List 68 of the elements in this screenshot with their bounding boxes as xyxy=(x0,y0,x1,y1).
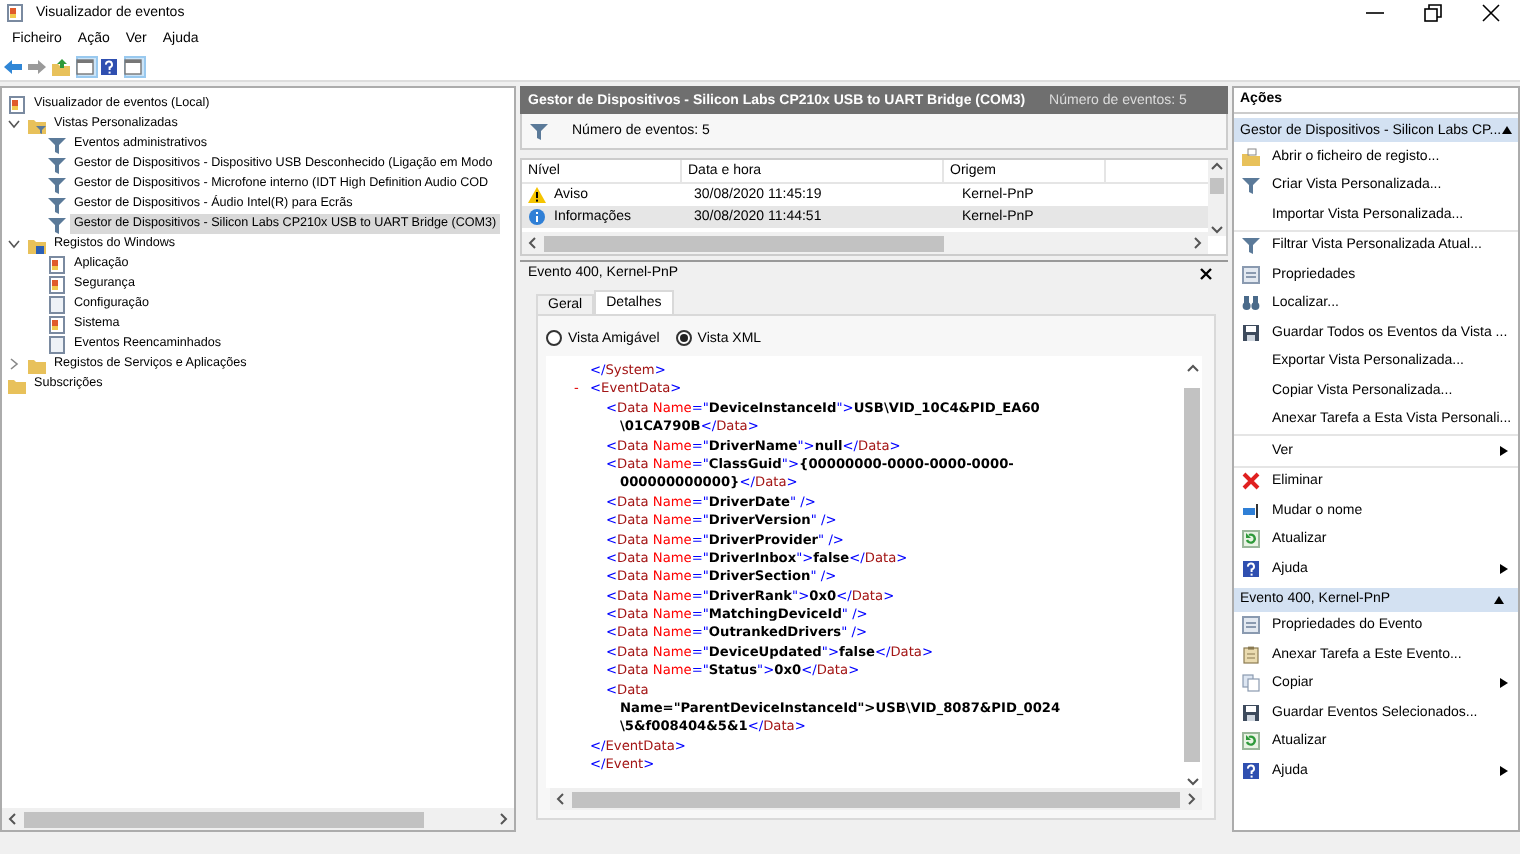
scrollbar[interactable] xyxy=(2,808,514,830)
panel-icon xyxy=(124,57,142,75)
scroll-left-icon[interactable] xyxy=(526,236,540,250)
collapse-icon[interactable] xyxy=(1501,126,1512,134)
binoculars-icon xyxy=(1242,294,1260,313)
scroll-up-icon[interactable] xyxy=(1210,160,1224,174)
scrollbar[interactable] xyxy=(1208,160,1226,236)
scroll-right-icon[interactable] xyxy=(1184,792,1198,806)
info-icon xyxy=(528,208,546,226)
close-icon[interactable] xyxy=(1200,267,1212,279)
scrollbar[interactable] xyxy=(550,788,1202,810)
panel-icon xyxy=(76,57,94,75)
toolbar-button[interactable] xyxy=(124,55,146,77)
scroll-thumb[interactable] xyxy=(572,791,1180,807)
window-icon xyxy=(1242,616,1260,635)
toolbar-button[interactable] xyxy=(52,55,74,77)
log-icon xyxy=(48,315,66,333)
warning-icon xyxy=(528,186,546,204)
scroll-left-icon[interactable] xyxy=(554,792,568,806)
log-icon xyxy=(48,255,66,273)
scroll-right-icon[interactable] xyxy=(496,812,510,826)
scroll-up-icon[interactable] xyxy=(1185,362,1199,376)
toolbar-button[interactable] xyxy=(76,55,98,77)
chevron-right-icon[interactable] xyxy=(8,358,20,370)
funnel-icon xyxy=(1242,236,1260,255)
copy-icon xyxy=(1242,674,1260,693)
clipboard-icon xyxy=(1242,645,1260,664)
help-icon xyxy=(100,57,118,75)
scroll-left-icon[interactable] xyxy=(6,812,20,826)
delete-icon xyxy=(1242,472,1260,491)
log-icon xyxy=(48,335,66,353)
scrollbar[interactable] xyxy=(1182,356,1202,788)
scroll-thumb[interactable] xyxy=(24,811,424,827)
collapse-icon[interactable] xyxy=(1494,595,1504,603)
toolbar-button[interactable] xyxy=(4,55,26,77)
rename-icon xyxy=(1242,501,1260,520)
log-icon xyxy=(48,295,66,313)
submenu-arrow-icon xyxy=(1500,445,1508,456)
folder-icon xyxy=(52,57,70,75)
refresh-icon xyxy=(1242,530,1260,549)
scroll-down-icon[interactable] xyxy=(1185,774,1199,788)
submenu-arrow-icon xyxy=(1500,765,1508,776)
scroll-down-icon[interactable] xyxy=(1210,222,1224,236)
chevron-down-icon[interactable] xyxy=(8,118,20,130)
back-arrow-icon xyxy=(4,57,22,75)
submenu-arrow-icon xyxy=(1500,563,1508,574)
funnel-icon xyxy=(1242,176,1260,195)
folder-icon xyxy=(28,115,46,133)
forward-arrow-icon xyxy=(28,57,46,75)
scroll-thumb[interactable] xyxy=(1210,178,1224,194)
help-icon xyxy=(1242,559,1260,578)
scroll-thumb[interactable] xyxy=(544,235,944,251)
toolbar-button[interactable] xyxy=(100,55,122,77)
chevron-down-icon[interactable] xyxy=(8,238,20,250)
restore-icon[interactable] xyxy=(1424,4,1442,22)
window-icon xyxy=(1242,265,1260,284)
refresh-icon xyxy=(1242,732,1260,751)
close-icon[interactable] xyxy=(1482,4,1500,22)
funnel-icon xyxy=(530,122,548,140)
folder-icon xyxy=(28,235,46,253)
help-icon xyxy=(1242,761,1260,780)
folder-icon xyxy=(1242,147,1260,166)
scroll-thumb[interactable] xyxy=(1184,388,1200,762)
submenu-arrow-icon xyxy=(1500,678,1508,689)
scrollbar[interactable] xyxy=(522,232,1208,254)
scroll-right-icon[interactable] xyxy=(1190,236,1204,250)
log-icon xyxy=(48,275,66,293)
log-icon xyxy=(8,95,26,113)
